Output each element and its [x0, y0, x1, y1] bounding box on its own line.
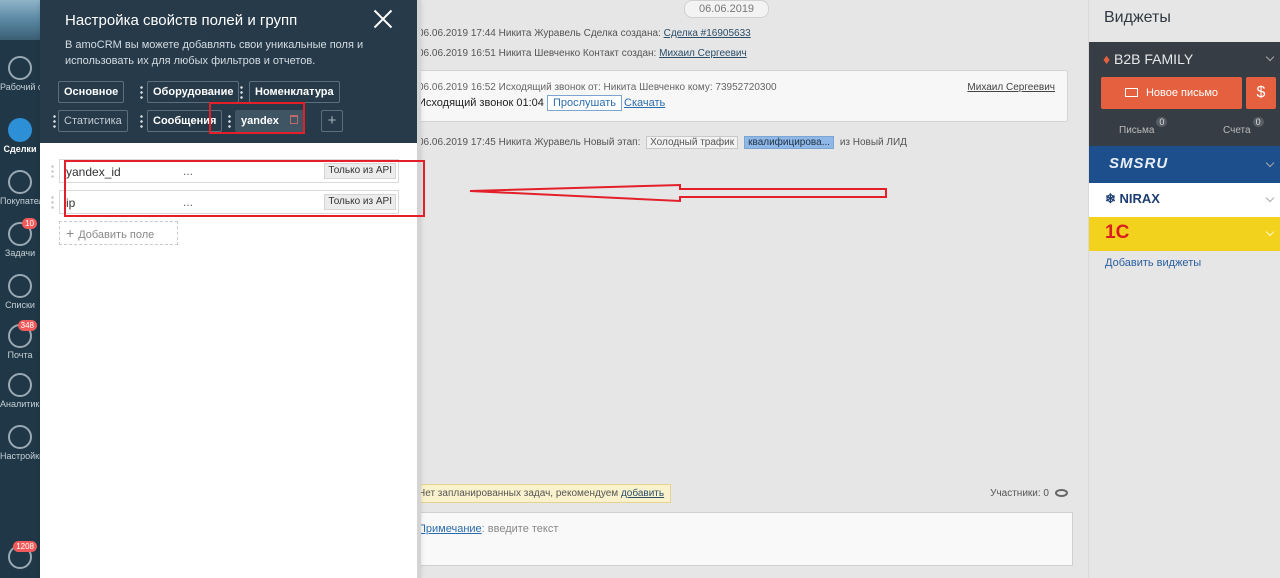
annotation-arrow — [469, 183, 887, 203]
